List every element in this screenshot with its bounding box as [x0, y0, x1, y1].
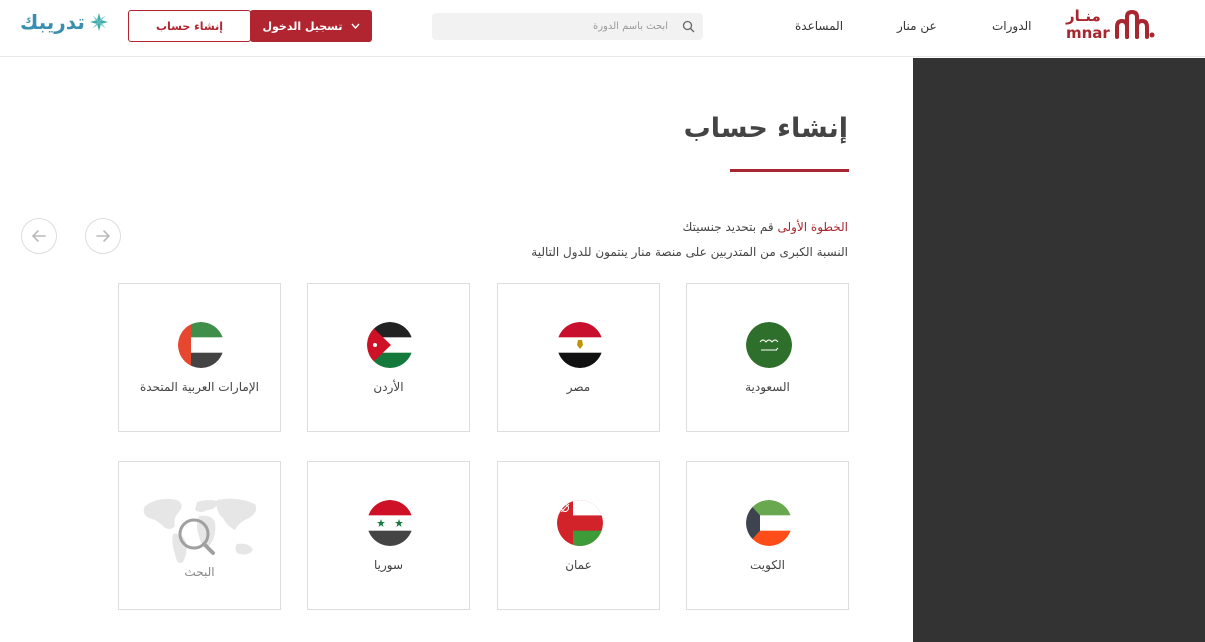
page-title: إنشاء حساب [683, 113, 848, 144]
country-name: سوريا [373, 558, 404, 572]
country-card-uae[interactable]: الإمارات العربية المتحدة [118, 283, 281, 432]
uae-flag-icon [178, 322, 224, 368]
country-card-jordan[interactable]: الأردن [307, 283, 470, 432]
nav-about[interactable]: عن منار [897, 19, 937, 33]
star-logo-icon [89, 13, 108, 31]
egypt-flag-icon [557, 322, 603, 368]
register-button-label: إنشاء حساب [156, 19, 223, 33]
country-card-search[interactable]: البحث [118, 461, 281, 610]
top-header: تدريبك إنشاء حساب تسجيل الدخول ابحث باسم… [0, 0, 1205, 57]
login-button-label: تسجيل الدخول [262, 19, 343, 33]
course-search [432, 13, 703, 40]
country-name: عمان [565, 558, 592, 572]
tadreebak-logo-text: تدريبك [20, 10, 85, 34]
search-card-label: البحث [184, 565, 215, 579]
side-panel [913, 58, 1205, 642]
country-name: السعودية [745, 380, 790, 394]
saudi-flag-icon [746, 322, 792, 368]
jordan-flag-icon [367, 322, 413, 368]
country-card-syria[interactable]: سوريا [307, 461, 470, 610]
mnar-logo-arabic: منـار [1066, 7, 1101, 25]
step-instruction: الخطوة الأولى قم بتحديد جنسيتك [683, 220, 848, 234]
search-icon[interactable] [682, 20, 695, 33]
oman-flag-icon [557, 500, 603, 546]
country-card-saudi[interactable]: السعودية [686, 283, 849, 432]
country-card-egypt[interactable]: مصر [497, 283, 660, 432]
nav-courses[interactable]: الدورات [992, 19, 1032, 33]
title-underline [730, 169, 849, 172]
syria-flag-icon [367, 500, 413, 546]
country-card-kuwait[interactable]: الكويت [686, 461, 849, 610]
country-card-oman[interactable]: عمان [497, 461, 660, 610]
step-subtitle: النسبة الكبرى من المتدربين على منصة منار… [531, 245, 848, 259]
country-name: مصر [566, 380, 591, 394]
mnar-logo-latin: mnar [1066, 24, 1110, 42]
step-highlight: الخطوة الأولى [777, 220, 848, 234]
course-search-input[interactable] [440, 13, 668, 40]
chevron-down-icon [350, 23, 360, 29]
register-button[interactable]: إنشاء حساب [128, 10, 251, 42]
kuwait-flag-icon [746, 500, 792, 546]
login-button[interactable]: تسجيل الدخول [250, 10, 372, 42]
arrow-left-icon [31, 230, 46, 242]
step-text: قم بتحديد جنسيتك [682, 220, 774, 234]
mnar-logo[interactable]: منـار mnar [1066, 7, 1156, 45]
country-name: الأردن [373, 380, 404, 394]
tadreebak-logo[interactable]: تدريبك [20, 10, 109, 34]
country-name: الإمارات العربية المتحدة [140, 380, 259, 394]
nav-help[interactable]: المساعدة [795, 19, 843, 33]
arrow-right-icon [96, 230, 111, 242]
next-arrow-button[interactable] [85, 218, 121, 254]
prev-arrow-button[interactable] [21, 218, 57, 254]
mnar-emblem-icon [1115, 9, 1155, 39]
country-name: الكويت [750, 558, 785, 572]
world-search-icon [143, 498, 257, 563]
